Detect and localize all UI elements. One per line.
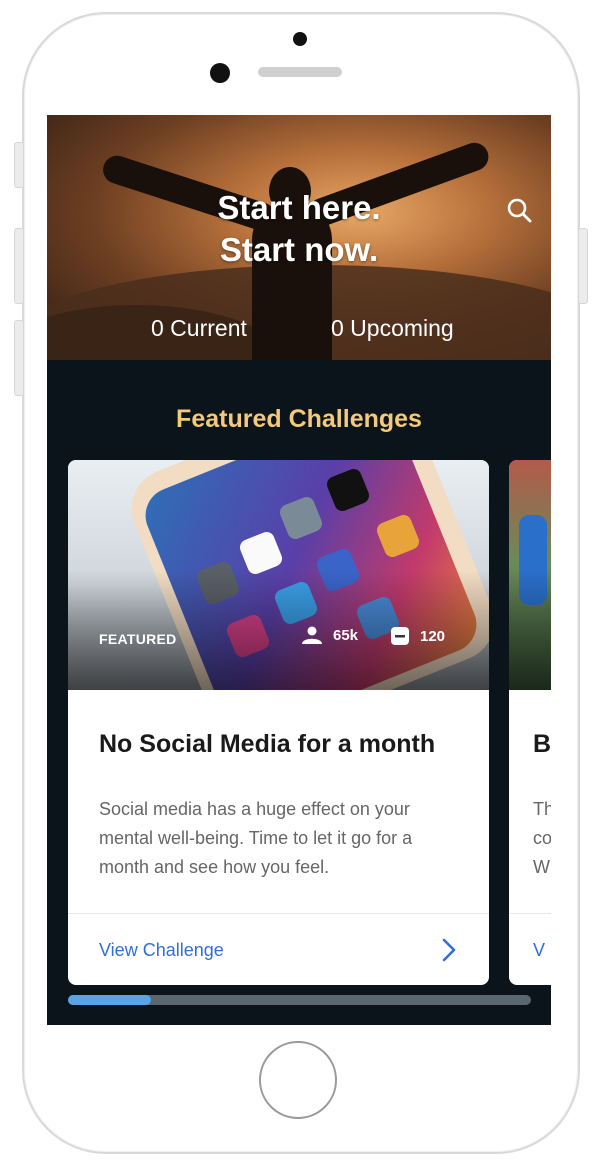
challenge-title: B: [533, 730, 551, 758]
image-overlay: [509, 570, 551, 690]
home-button[interactable]: [259, 1041, 337, 1119]
hero-title: Start here. Start now.: [47, 187, 551, 271]
challenge-description: Th co W: [533, 795, 551, 882]
mute-switch: [14, 142, 24, 188]
volume-up-button: [14, 228, 24, 304]
view-challenge-link[interactable]: View Challenge: [99, 940, 224, 961]
hero-banner: Start here. Start now. 0 Current 0 Upcom…: [47, 115, 551, 360]
carousel-scrollbar[interactable]: [68, 995, 531, 1005]
challenge-image: FEATURED 65k 120: [68, 460, 489, 690]
power-button: [578, 228, 588, 304]
challenge-stats: 0 Current 0 Upcoming: [47, 315, 551, 345]
earpiece-speaker: [258, 67, 342, 77]
challenge-card-next[interactable]: B Th co W V: [509, 460, 551, 985]
hero-title-line-2: Start now.: [219, 231, 379, 268]
challenge-image: [509, 460, 551, 690]
description-line: Th: [533, 799, 551, 819]
search-icon[interactable]: [506, 197, 532, 223]
challenge-title: No Social Media for a month: [99, 730, 436, 758]
front-camera: [210, 63, 230, 83]
top-sensor: [293, 32, 307, 46]
view-challenge-link[interactable]: V: [533, 940, 545, 961]
posts-value: 120: [420, 627, 446, 645]
featured-section-title: Featured Challenges: [176, 405, 422, 433]
comment-icon: [391, 627, 409, 645]
featured-badge: FEATURED: [99, 631, 177, 647]
challenge-description: Social media has a huge effect on your m…: [99, 799, 413, 877]
posts-count: 120: [390, 626, 445, 646]
volume-down-button: [14, 320, 24, 396]
participants-value: 65k: [333, 626, 359, 644]
card-divider: [68, 913, 489, 914]
current-challenges-count[interactable]: 0 Current: [151, 315, 247, 342]
upcoming-challenges-count[interactable]: 0 Upcoming: [331, 315, 454, 342]
participants-count: 65k: [301, 626, 358, 644]
carousel-scroll-thumb[interactable]: [68, 995, 152, 1005]
card-divider: [509, 913, 551, 914]
description-line: W: [533, 857, 550, 877]
challenge-card[interactable]: FEATURED 65k 120 No Social Media for a m…: [68, 460, 489, 985]
people-icon: [302, 626, 322, 644]
description-line: co: [533, 828, 551, 848]
app-screen: Start here. Start now. 0 Current 0 Upcom…: [47, 115, 551, 1025]
hero-title-line-1: Start here.: [217, 189, 381, 226]
chevron-right-icon[interactable]: [440, 937, 458, 963]
